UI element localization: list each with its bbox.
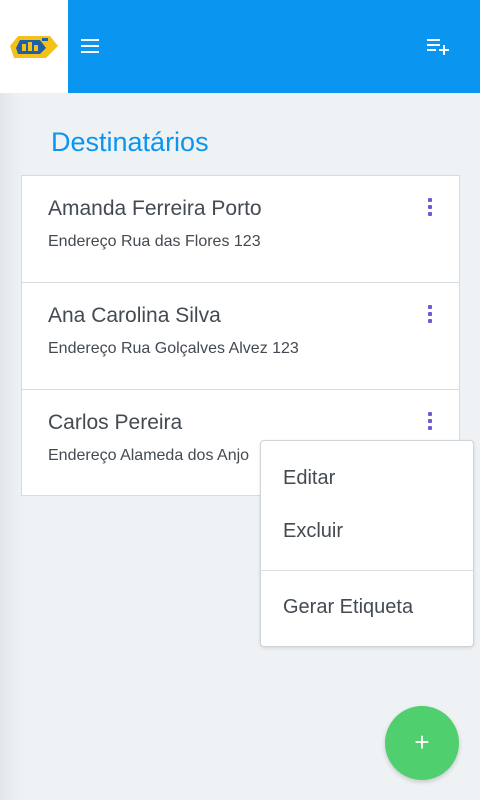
context-menu: Editar Excluir Gerar Etiqueta bbox=[260, 440, 474, 647]
address-value: Alameda dos Anjo bbox=[120, 447, 250, 464]
recipient-name: Ana Carolina Silva bbox=[48, 304, 221, 327]
plus-icon: + bbox=[414, 727, 430, 757]
menu-item-edit[interactable]: Editar bbox=[283, 467, 335, 490]
recipient-address: Endereço Rua das Flores 123 bbox=[48, 233, 261, 251]
company-logo-icon bbox=[10, 36, 58, 58]
address-value: Rua das Flores 123 bbox=[120, 233, 261, 250]
playlist-add-icon[interactable] bbox=[426, 36, 450, 56]
background-shade bbox=[0, 93, 22, 800]
logo-container[interactable] bbox=[0, 0, 68, 93]
menu-divider bbox=[261, 570, 473, 571]
app-header bbox=[0, 0, 480, 93]
more-vert-icon[interactable] bbox=[422, 412, 438, 434]
recipient-address: Endereço Alameda dos Anjo bbox=[48, 447, 249, 465]
more-vert-icon[interactable] bbox=[422, 198, 438, 220]
recipient-address: Endereço Rua Golçalves Alvez 123 bbox=[48, 340, 299, 358]
add-recipient-button[interactable]: + bbox=[385, 706, 459, 780]
list-item[interactable]: Amanda Ferreira Porto Endereço Rua das F… bbox=[22, 176, 459, 283]
hamburger-menu-icon[interactable] bbox=[80, 36, 100, 56]
recipient-name: Carlos Pereira bbox=[48, 411, 183, 434]
address-label: Endereço bbox=[48, 233, 117, 250]
recipient-name: Amanda Ferreira Porto bbox=[48, 197, 262, 220]
address-label: Endereço bbox=[48, 340, 117, 357]
address-label: Endereço bbox=[48, 447, 117, 464]
more-vert-icon[interactable] bbox=[422, 305, 438, 327]
list-item[interactable]: Ana Carolina Silva Endereço Rua Golçalve… bbox=[22, 283, 459, 390]
page-title: Destinatários bbox=[51, 127, 209, 157]
menu-item-generate-label[interactable]: Gerar Etiqueta bbox=[283, 596, 413, 619]
menu-item-delete[interactable]: Excluir bbox=[283, 520, 343, 543]
address-value: Rua Golçalves Alvez 123 bbox=[120, 340, 299, 357]
